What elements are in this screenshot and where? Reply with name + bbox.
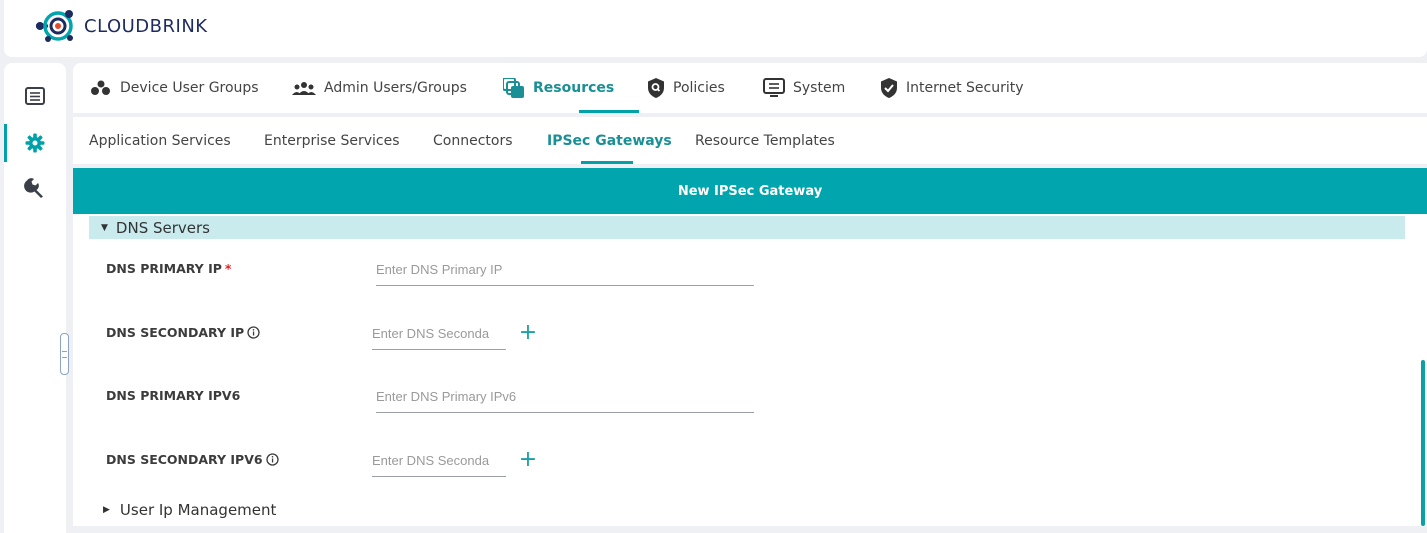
list-icon [25,87,45,105]
dns-primary-ip-input[interactable] [376,257,754,286]
rail-item-dashboard[interactable] [4,77,66,115]
subtab-label: Resource Templates [695,132,835,149]
shield-check-icon [880,78,898,98]
add-dns-secondary-ipv6-button[interactable]: + [519,449,537,471]
dns-secondary-ipv6-label: DNS SECONDARY IPV6 [106,452,279,467]
sub-nav: Application Services Enterprise Services… [73,117,1427,164]
subtab-resource-templates[interactable]: Resource Templates [695,117,835,164]
tab-label: System [793,80,846,96]
field-label-text: DNS SECONDARY IPV6 [106,452,263,467]
brand-name: CLOUDBRINK [84,15,208,37]
tab-admin-users-groups[interactable]: Admin Users/Groups [292,63,467,113]
tab-policies[interactable]: Policies [647,63,725,113]
dns-primary-ipv6-label: DNS PRIMARY IPV6 [106,388,240,403]
top-bar: CLOUDBRINK [4,0,1427,57]
left-rail [4,63,66,533]
tab-label: Resources [533,80,615,96]
cloudbrink-logo-icon [36,10,73,42]
field-label-text: DNS PRIMARY IP [106,261,222,276]
cloudbrink-logo[interactable]: CLOUDBRINK [34,6,208,46]
tab-label: Admin Users/Groups [324,80,467,96]
tab-internet-security[interactable]: Internet Security [880,63,1024,113]
add-dns-secondary-ip-button[interactable]: + [519,322,537,344]
rail-item-settings[interactable] [4,124,66,162]
tab-active-underline [579,110,639,113]
tab-system[interactable]: System [763,63,845,113]
tab-label: Internet Security [906,80,1024,96]
dns-servers-section-header[interactable]: ▼ DNS Servers [89,216,1405,239]
subtab-label: Enterprise Services [264,132,400,149]
subtab-active-underline [581,161,633,164]
subtab-ipsec-gateways[interactable]: IPSec Gateways [547,117,672,164]
subtab-application-services[interactable]: Application Services [89,117,231,164]
panel-splitter-handle[interactable] [60,333,69,375]
subtab-label: Application Services [89,132,231,149]
shield-search-icon [647,78,665,98]
subtab-label: IPSec Gateways [547,132,672,149]
caret-down-icon: ▼ [101,222,108,233]
tab-resources[interactable]: Resources [503,63,614,113]
subtab-connectors[interactable]: Connectors [433,117,513,164]
panel-title-bar: New IPSec Gateway [73,168,1427,214]
user-ip-management-section-header[interactable]: ▶ User Ip Management [103,501,276,519]
active-indicator [4,124,7,162]
gear-icon [25,133,45,153]
field-label-text: DNS PRIMARY IPV6 [106,388,241,403]
tab-label: Device User Groups [120,80,259,96]
dns-secondary-ip-label: DNS SECONDARY IP [106,325,260,340]
required-marker: * [224,261,232,276]
tab-label: Policies [673,80,725,96]
device-users-icon [90,80,112,96]
subtab-label: Connectors [433,132,513,149]
info-icon[interactable] [265,453,279,466]
main-nav: Device User Groups Admin Users/Groups Re… [73,63,1427,113]
rail-item-tools[interactable] [4,168,66,206]
dns-secondary-ipv6-input[interactable] [372,448,506,477]
resources-icon [503,78,525,98]
dns-primary-ipv6-input[interactable] [376,384,754,413]
wrench-icon [24,178,43,198]
admin-users-icon [292,81,316,95]
section-title: User Ip Management [119,501,277,519]
dns-secondary-ip-input[interactable] [372,321,506,350]
caret-right-icon: ▶ [103,505,110,515]
subtab-enterprise-services[interactable]: Enterprise Services [264,117,400,164]
gateway-form: ▼ DNS Servers DNS PRIMARY IP * DNS SECON… [73,214,1427,526]
scrollbar-thumb[interactable] [1421,360,1425,526]
panel-title: New IPSec Gateway [677,183,823,199]
info-icon[interactable] [247,326,260,339]
dns-primary-ip-label: DNS PRIMARY IP * [106,261,231,276]
monitor-icon [763,78,785,98]
tab-device-user-groups[interactable]: Device User Groups [90,63,259,113]
field-label-text: DNS SECONDARY IP [106,325,245,340]
section-title: DNS Servers [115,218,210,237]
